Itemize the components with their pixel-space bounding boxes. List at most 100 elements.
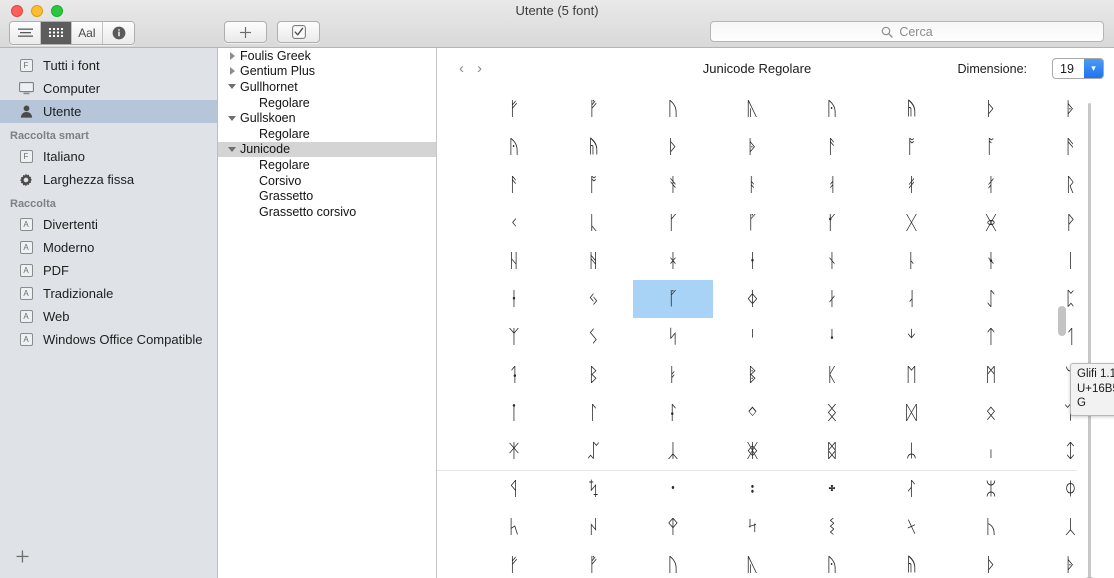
glyph-cell[interactable]: ᛤ — [713, 432, 793, 470]
glyph-cell[interactable]: ᚦ — [633, 128, 713, 166]
view-mode-segmented-control[interactable]: AaI — [9, 21, 135, 45]
glyph-cell[interactable]: ᛯ — [951, 470, 1031, 508]
glyph-cell[interactable]: ᚷ — [872, 204, 952, 242]
glyph-cell[interactable]: ᛏ — [951, 318, 1031, 356]
glyph-cell[interactable]: ᚤ — [474, 128, 554, 166]
glyph-cell[interactable]: ᛵ — [792, 508, 872, 546]
glyph-cell[interactable]: ᚥ — [554, 128, 634, 166]
glyph-cell[interactable]: ᚥ — [872, 90, 952, 128]
sidebar-item-tradizionale[interactable]: A Tradizionale — [0, 282, 217, 305]
glyph-cell[interactable]: ᛂ — [474, 280, 554, 318]
sidebar-item-web[interactable]: A Web — [0, 305, 217, 328]
font-style-row[interactable]: Regolare — [218, 157, 436, 173]
glyph-cell[interactable]: ᚧ — [713, 128, 793, 166]
glyph-cell[interactable]: ᛔ — [713, 356, 793, 394]
glyph-cell[interactable]: ᛪ — [554, 470, 634, 508]
glyph-cell[interactable]: ᚸ — [951, 204, 1031, 242]
glyph-cell[interactable]: ᛎ — [872, 318, 952, 356]
sidebar-item-divertenti[interactable]: A Divertenti — [0, 213, 217, 236]
glyph-cell[interactable]: ᚻ — [554, 242, 634, 280]
glyph-cell[interactable]: ᛑ — [474, 356, 554, 394]
glyph-cell[interactable]: ᛦ — [872, 432, 952, 470]
glyph-cell[interactable]: ᚦ — [951, 546, 1031, 578]
font-style-row[interactable]: Grassetto — [218, 188, 436, 204]
size-slider[interactable] — [1078, 103, 1100, 578]
glyph-cell[interactable]: ᛷ — [951, 508, 1031, 546]
glyph-grid[interactable]: ᚠᚡᚢᚣᚤᚥᚦᚧᚤᚥᚦᚧᚨᚩᚪᚫᚨᚩᚬᚭᚮᚯᚰᚱᚲᚳᚴᚵᚶᚷᚸᚹᚺᚻᚼᚽᚾᚿᛀᛁ… — [437, 90, 1114, 578]
grid-view-button[interactable] — [41, 22, 72, 44]
sidebar-item-utente[interactable]: Utente — [0, 100, 217, 123]
glyph-cell[interactable]: ᛲ — [554, 508, 634, 546]
glyph-cell[interactable]: ᛧ — [951, 432, 1031, 470]
glyph-cell[interactable]: ᛓ — [633, 356, 713, 394]
glyph-cell[interactable]: ᚰ — [951, 166, 1031, 204]
glyph-cell[interactable]: ᚭ — [713, 166, 793, 204]
glyph-cell[interactable]: ᚢ — [633, 90, 713, 128]
glyph-cell[interactable]: ᛙ — [474, 394, 554, 432]
font-family-row[interactable]: Gentium Plus — [218, 64, 436, 80]
glyph-cell[interactable]: ᛜ — [713, 394, 793, 432]
glyph-cell[interactable]: ᚠ — [474, 90, 554, 128]
glyph-cell[interactable]: ᛶ — [872, 508, 952, 546]
vertical-scrollbar[interactable] — [1055, 100, 1070, 578]
glyph-cell[interactable]: ᛃ — [554, 280, 634, 318]
sample-view-button[interactable]: AaI — [72, 22, 103, 44]
glyph-cell[interactable]: ᚤ — [792, 90, 872, 128]
glyph-cell[interactable]: ᛞ — [872, 394, 952, 432]
glyph-cell[interactable]: ᛅ — [792, 280, 872, 318]
glyph-cell[interactable]: ᛣ — [633, 432, 713, 470]
glyph-cell[interactable]: ᚮ — [792, 166, 872, 204]
glyph-cell[interactable]: ᛕ — [792, 356, 872, 394]
sidebar-item-computer[interactable]: Computer — [0, 77, 217, 100]
glyph-cell[interactable]: ᛆ — [872, 280, 952, 318]
glyph-cell[interactable]: ᛬ — [713, 470, 793, 508]
glyph-cell[interactable]: ᚩ — [554, 166, 634, 204]
glyph-cell[interactable]: ᚺ — [474, 242, 554, 280]
glyph-cell[interactable]: ᚲ — [474, 204, 554, 242]
glyph-cell[interactable]: ᚨ — [474, 166, 554, 204]
sidebar-item-windows-office-compatible[interactable]: A Windows Office Compatible — [0, 328, 217, 351]
glyph-cell[interactable]: ᚥ — [872, 546, 952, 578]
glyph-cell[interactable]: ᛫ — [633, 470, 713, 508]
glyph-cell[interactable]: ᚵ — [633, 280, 713, 318]
glyph-cell[interactable]: ᛉ — [474, 318, 554, 356]
size-value[interactable]: 19 — [1053, 59, 1084, 78]
glyph-cell[interactable]: ᚳ — [554, 204, 634, 242]
glyph-cell[interactable]: ᛱ — [474, 508, 554, 546]
sidebar[interactable]: F Tutti i font Computer Utente Raccolta … — [0, 48, 218, 578]
glyph-cell[interactable]: ᛩ — [474, 470, 554, 508]
glyph-cell[interactable]: ᚿ — [872, 242, 952, 280]
glyph-cell[interactable]: ᛀ — [951, 242, 1031, 280]
font-style-row[interactable]: Corsivo — [218, 173, 436, 189]
glyph-cell[interactable]: ᚩ — [872, 128, 952, 166]
glyph-cell[interactable]: ᚤ — [792, 546, 872, 578]
info-view-button[interactable] — [103, 22, 134, 44]
glyph-cell[interactable]: ᛢ — [554, 432, 634, 470]
glyph-cell[interactable]: ᚵ — [713, 204, 793, 242]
disclosure-triangle-open-icon[interactable] — [226, 115, 238, 121]
glyph-cell[interactable]: ᚯ — [872, 166, 952, 204]
glyph-cell[interactable]: ᛚ — [554, 394, 634, 432]
glyph-cell[interactable]: ᚡ — [554, 546, 634, 578]
glyph-cell[interactable]: ᛒ — [554, 356, 634, 394]
glyph-cell[interactable]: ᚣ — [713, 90, 793, 128]
chevron-down-icon[interactable]: ▾ — [1084, 59, 1103, 78]
glyph-cell[interactable]: ᚽ — [713, 242, 793, 280]
glyph-cell[interactable]: ᛇ — [951, 280, 1031, 318]
font-family-row[interactable]: Gullhornet — [218, 79, 436, 95]
glyph-cell[interactable]: ᚣ — [713, 546, 793, 578]
font-family-row[interactable]: Junicode — [218, 141, 436, 158]
glyph-cell[interactable]: ᛮ — [872, 470, 952, 508]
disclosure-triangle-open-icon[interactable] — [226, 146, 238, 152]
sidebar-item-larghezza-fissa[interactable]: Larghezza fissa — [0, 168, 217, 191]
glyph-cell[interactable]: ᚢ — [633, 546, 713, 578]
glyph-cell[interactable]: ᛄ — [713, 280, 793, 318]
glyph-cell[interactable]: ᛗ — [951, 356, 1031, 394]
glyph-cell[interactable]: ᛛ — [633, 394, 713, 432]
validate-font-button[interactable] — [277, 21, 320, 43]
glyph-cell[interactable]: ᛖ — [872, 356, 952, 394]
glyph-cell[interactable]: ᚴ — [633, 204, 713, 242]
disclosure-triangle-open-icon[interactable] — [226, 84, 238, 90]
font-style-row[interactable]: Regolare — [218, 95, 436, 111]
disclosure-triangle-closed-icon[interactable] — [226, 51, 238, 60]
